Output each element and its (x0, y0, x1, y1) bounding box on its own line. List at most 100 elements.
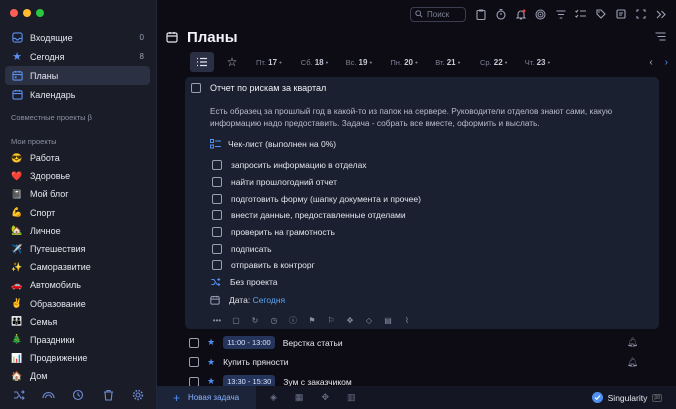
more-icon[interactable]: ••• (212, 315, 222, 325)
clipboard-icon[interactable] (475, 9, 486, 20)
checklist-icon[interactable] (575, 9, 586, 20)
checklist-item-label[interactable]: отправить в контрорг (231, 260, 315, 270)
trash-icon[interactable] (101, 388, 115, 402)
sidebar-item-project[interactable]: 😎 Работа (5, 149, 150, 167)
checklist-item-label[interactable]: запросить информацию в отделах (231, 160, 367, 170)
task-date-row[interactable]: Дата: Сегодня (210, 295, 285, 305)
day-tab[interactable]: Ср. 22 • (480, 58, 525, 67)
focus-target-icon[interactable] (535, 9, 546, 20)
sidebar-item-project[interactable]: 🏡 Личное (5, 222, 150, 240)
task-description[interactable]: Есть образец за прошлый год в какой-то и… (210, 105, 650, 129)
task-checkbox[interactable] (189, 337, 199, 348)
sidebar-item-project[interactable]: ❤️ Здоровье (5, 167, 150, 185)
heart-icon: ❤️ (11, 170, 23, 181)
task-checkbox[interactable] (189, 357, 199, 368)
sort-menu-icon[interactable] (655, 31, 666, 43)
move-icon[interactable]: ✥ (345, 315, 355, 325)
tag-icon[interactable] (595, 9, 606, 20)
repeat-icon[interactable]: ↻ (250, 315, 260, 325)
sidebar-item-label: Планы (30, 70, 59, 81)
sidebar-item-today[interactable]: ★ Сегодня 8 (5, 47, 150, 66)
sidebar-item-calendar[interactable]: Календарь (5, 85, 150, 104)
task-row[interactable]: ★ Купить пряности 🔔︎ (189, 353, 666, 373)
prev-days-icon[interactable]: ‹ (649, 57, 652, 68)
checklist-item: проверить на грамотность (212, 224, 421, 241)
checklist-item-label[interactable]: найти прошлогодний отчет (231, 177, 337, 187)
search-input[interactable]: Поиск (410, 6, 466, 22)
checklist-item-checkbox[interactable] (212, 210, 222, 221)
filter-icon[interactable] (555, 9, 566, 20)
project-flag-icon[interactable]: ⚐ (326, 315, 336, 325)
shuffle-icon[interactable] (12, 388, 26, 402)
checklist-item-checkbox[interactable] (212, 260, 222, 271)
checklist-item-checkbox[interactable] (212, 227, 222, 238)
attachment-icon[interactable]: ⌇ (402, 315, 412, 325)
inbox-count: 0 (139, 33, 144, 42)
sidebar-item-project[interactable]: 🚗 Автомобиль (5, 276, 150, 294)
calendar-icon[interactable]: ▢ (231, 315, 241, 325)
layers-icon[interactable]: ◈ (270, 392, 277, 403)
day-tab[interactable]: Сб. 18 • (301, 58, 346, 67)
notification-bell-icon[interactable] (515, 9, 526, 20)
sidebar-item-project[interactable]: ✨ Саморазвитие (5, 258, 150, 276)
deadline-flag-icon[interactable]: ⚑ (307, 315, 317, 325)
minimize-window-button[interactable] (23, 9, 31, 17)
reminder-bell-icon[interactable]: 🔔︎ (627, 357, 638, 368)
favorites-view-button[interactable]: ☆ (220, 52, 244, 72)
my-projects-heading[interactable]: Мои проекты (11, 137, 57, 146)
history-icon[interactable] (71, 388, 85, 402)
list-view-button[interactable] (190, 52, 214, 72)
gear-icon[interactable] (131, 388, 145, 402)
reminder-bell-icon[interactable]: 🔔︎ (627, 337, 638, 348)
day-tab[interactable]: Пн. 20 • (390, 58, 435, 67)
close-window-button[interactable] (10, 9, 18, 17)
task-project-row[interactable]: Без проекта (210, 277, 278, 287)
checklist-item-label[interactable]: внести данные, предоставленные отделами (231, 210, 406, 220)
new-task-label: Новая задача (188, 393, 240, 402)
sidebar-item-project[interactable]: 📊 Продвижение (5, 349, 150, 367)
sidebar-item-project[interactable]: 🎄 Праздники (5, 331, 150, 349)
timer-icon[interactable]: ◷ (269, 315, 279, 325)
tag-icon[interactable]: ◇ (364, 315, 374, 325)
new-task-button[interactable]: + Новая задача (157, 386, 256, 409)
day-tab[interactable]: Вс. 19 • (346, 58, 391, 67)
day-tab[interactable]: Пт. 17 • (256, 58, 301, 67)
sidebar-item-project[interactable]: 💪 Спорт (5, 204, 150, 222)
top-toolbar: Поиск (157, 0, 676, 28)
collapse-panel-icon[interactable] (655, 9, 666, 20)
sidebar-item-project[interactable]: ✌️ Образование (5, 295, 150, 313)
task-row[interactable]: ★ 11:00 - 13:00 Верстка статьи 🔔︎ (189, 333, 666, 353)
note-icon[interactable] (615, 9, 626, 20)
checklist-item-label[interactable]: подписать (231, 244, 272, 254)
day-tab[interactable]: Чт. 23 • (525, 58, 570, 67)
trash-icon[interactable]: ▥ (347, 392, 356, 403)
window-controls (10, 9, 44, 17)
day-tab[interactable]: Вт. 21 • (435, 58, 480, 67)
calendar-icon[interactable]: ▦ (295, 392, 304, 403)
timer-icon[interactable] (495, 8, 506, 20)
checklist-item-label[interactable]: проверить на грамотность (231, 227, 335, 237)
habits-icon[interactable] (42, 388, 56, 402)
shared-projects-heading[interactable]: Совместные проекты β (11, 113, 92, 122)
move-icon[interactable]: ✥ (321, 392, 329, 403)
note-icon[interactable]: ▤ (383, 315, 393, 325)
maximize-window-button[interactable] (36, 9, 44, 17)
priority-icon[interactable]: ⓘ (288, 315, 298, 325)
next-days-icon[interactable]: › (665, 57, 668, 68)
fullscreen-icon[interactable] (635, 9, 646, 20)
sidebar-item-project[interactable]: 👪 Семья (5, 313, 150, 331)
checklist-item-label[interactable]: подготовить форму (шапку документа и про… (231, 194, 421, 204)
sidebar-item-plans[interactable]: Планы (5, 66, 150, 85)
star-icon: ★ (207, 356, 216, 367)
checklist-item-checkbox[interactable] (212, 160, 222, 171)
checklist: запросить информацию в отделах найти про… (212, 157, 421, 274)
task-date-value[interactable]: Сегодня (253, 295, 286, 305)
checklist-item-checkbox[interactable] (212, 243, 222, 254)
task-checkbox[interactable] (191, 83, 201, 93)
checklist-item-checkbox[interactable] (212, 193, 222, 204)
sidebar-item-project[interactable]: 📓 Мой блог (5, 185, 150, 203)
checklist-item-checkbox[interactable] (212, 177, 222, 188)
sidebar-item-project[interactable]: ✈️ Путешествия (5, 240, 150, 258)
sidebar-item-inbox[interactable]: Входящие 0 (5, 28, 150, 47)
task-title[interactable]: Отчет по рискам за квартал (210, 83, 326, 93)
